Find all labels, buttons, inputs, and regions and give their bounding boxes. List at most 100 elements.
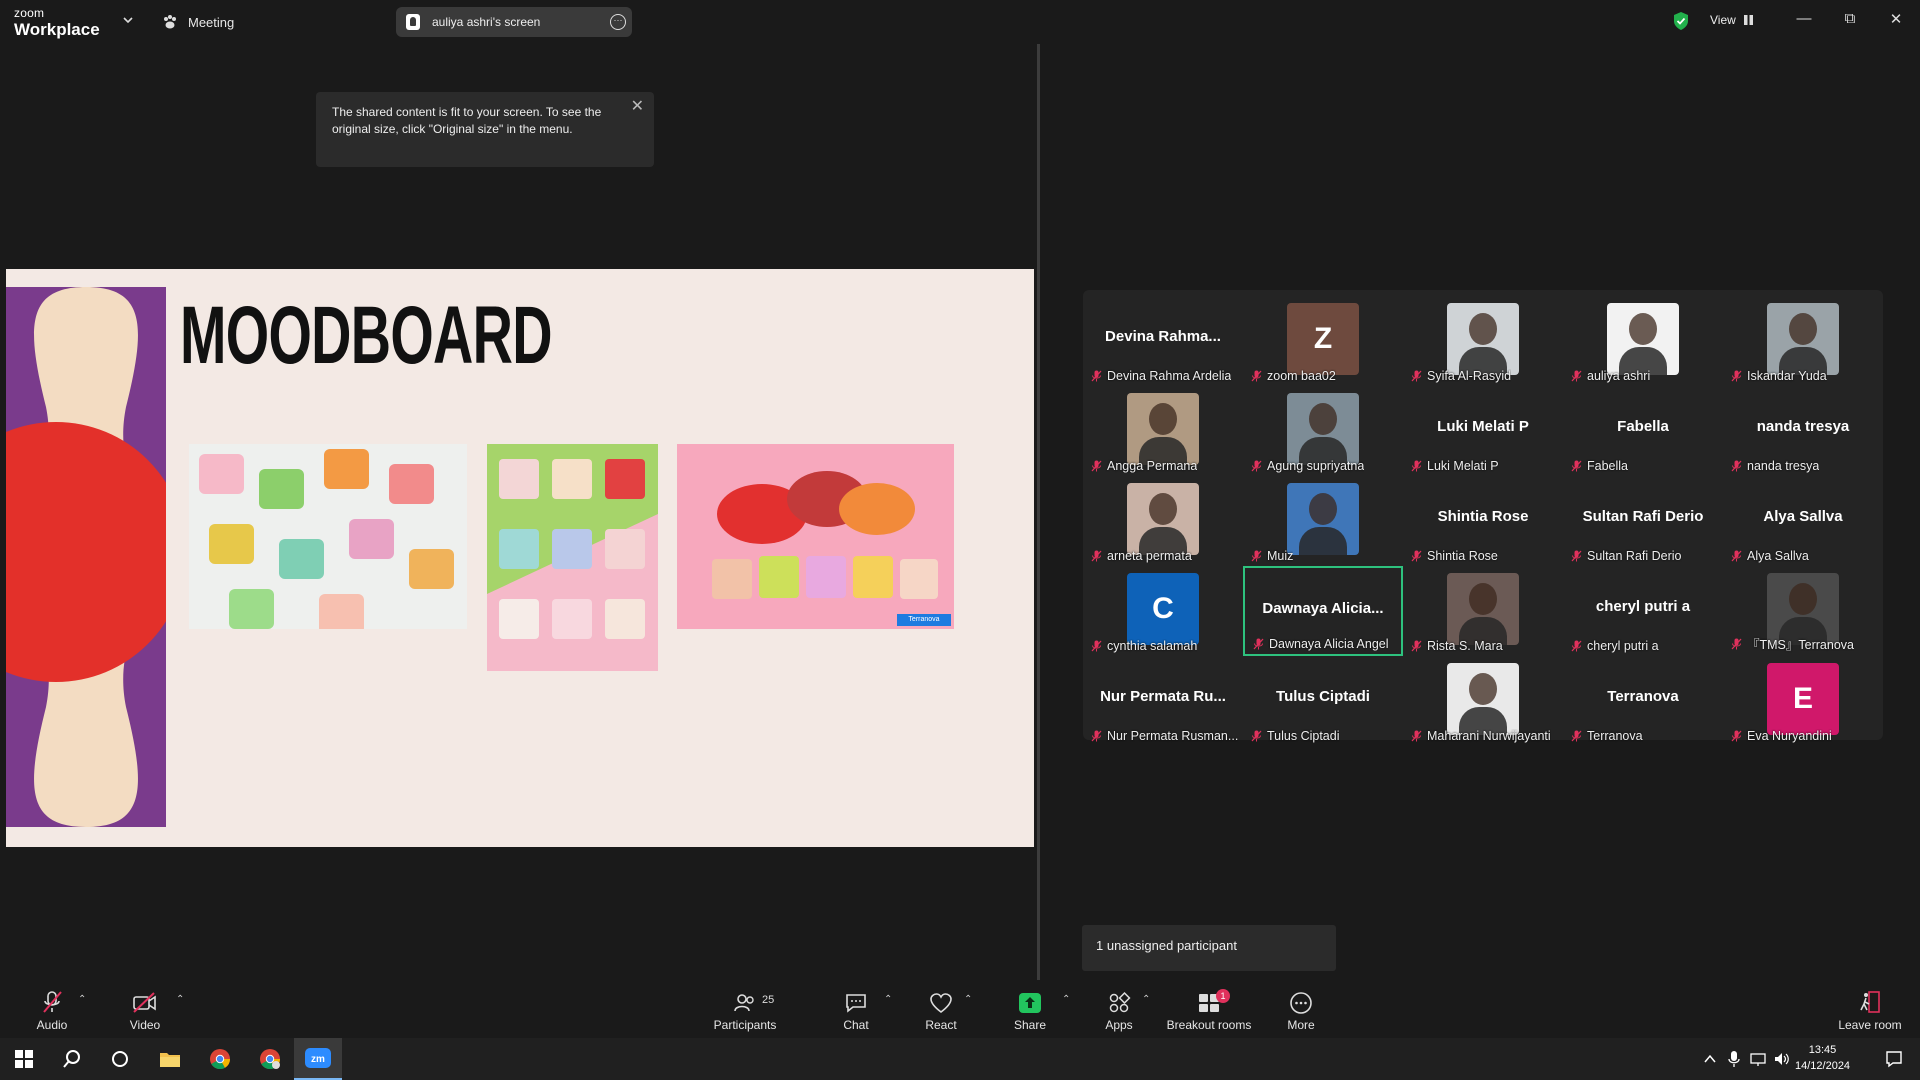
participant-name: Maharani Nurwijayanti	[1427, 729, 1551, 743]
participant-name-label: Nur Permata Rusman...	[1091, 729, 1238, 743]
more-button[interactable]: More	[1284, 980, 1318, 1038]
participant-tile[interactable]: auliya ashri	[1563, 296, 1723, 386]
participant-tile[interactable]: Dawnaya Alicia... Dawnaya Alicia Angel	[1243, 566, 1403, 656]
network-icon[interactable]	[1746, 1038, 1770, 1080]
participant-tile[interactable]: Devina Rahma... Devina Rahma Ardelia	[1083, 296, 1243, 386]
react-button[interactable]: React	[922, 980, 960, 1038]
audio-button[interactable]: Audio	[34, 980, 70, 1038]
participant-tile[interactable]: Angga Permana	[1083, 386, 1243, 476]
close-icon[interactable]: ✕	[1884, 10, 1908, 28]
muted-mic-icon	[1571, 640, 1582, 652]
participant-tile[interactable]: Rista S. Mara	[1403, 566, 1563, 656]
split-divider[interactable]	[1037, 44, 1040, 980]
apps-options-icon[interactable]: ⌃	[1142, 994, 1150, 1005]
participant-tile[interactable]: cheryl putri a cheryl putri a	[1563, 566, 1723, 656]
share-options-icon[interactable]: ⌃	[1062, 994, 1070, 1005]
muted-mic-icon	[1731, 550, 1742, 562]
participant-name: Eva Nuryandini	[1747, 729, 1832, 743]
slide-title: MOODBOARD	[180, 290, 552, 381]
share-button[interactable]: Share	[1012, 980, 1048, 1038]
participant-tile[interactable]: 『TMS』Terranova	[1723, 566, 1883, 656]
participant-tile[interactable]: Muiz	[1243, 476, 1403, 566]
unassigned-participants-notice[interactable]: 1 unassigned participant	[1082, 925, 1336, 971]
participant-tile[interactable]: Shintia Rose Shintia Rose	[1403, 476, 1563, 566]
breakout-rooms-button[interactable]: Breakout rooms	[1164, 980, 1254, 1038]
participant-name-label: Fabella	[1571, 459, 1628, 473]
participant-tile[interactable]: Syifa Al-Rasyid	[1403, 296, 1563, 386]
chat-options-icon[interactable]: ⌃	[884, 994, 892, 1005]
participant-tile[interactable]: Sultan Rafi Derio Sultan Rafi Derio	[1563, 476, 1723, 566]
moodboard-photo-gummies	[677, 444, 954, 629]
security-shield-icon[interactable]	[1672, 11, 1690, 31]
view-button[interactable]: View	[1710, 13, 1753, 27]
cortana-icon[interactable]	[96, 1038, 144, 1080]
participant-tile[interactable]: Agung supriyatna	[1243, 386, 1403, 476]
participant-tile[interactable]: Alya Sallva Alya Sallva	[1723, 476, 1883, 566]
view-grid-icon	[1743, 15, 1753, 25]
leave-room-button[interactable]: Leave room	[1836, 980, 1904, 1038]
participant-tile[interactable]: Luki Melati P Luki Melati P	[1403, 386, 1563, 476]
participant-video-thumbnail	[1127, 483, 1199, 555]
participant-initial-avatar: E	[1767, 663, 1839, 735]
participant-tile[interactable]: Maharani Nurwijayanti	[1403, 656, 1563, 746]
search-icon[interactable]	[48, 1038, 96, 1080]
participant-name: Alya Sallva	[1747, 549, 1809, 563]
participant-name-label: Sultan Rafi Derio	[1571, 549, 1682, 563]
participant-name: zoom baa02	[1267, 369, 1336, 383]
chrome-icon[interactable]	[196, 1038, 244, 1080]
participant-tile[interactable]: Tulus Ciptadi Tulus Ciptadi	[1243, 656, 1403, 746]
tray-mic-icon[interactable]	[1722, 1038, 1746, 1080]
participant-initial-avatar: C	[1127, 573, 1199, 645]
tray-chevron-icon[interactable]	[1698, 1038, 1722, 1080]
shared-screen-indicator[interactable]: auliya ashri's screen ···	[396, 7, 632, 37]
apps-button[interactable]: Apps	[1104, 980, 1134, 1038]
participant-tile[interactable]: Terranova Terranova	[1563, 656, 1723, 746]
breakout-rooms-label: Breakout rooms	[1166, 1018, 1252, 1032]
audio-options-icon[interactable]: ⌃	[78, 994, 86, 1005]
participant-video-thumbnail	[1607, 303, 1679, 375]
meeting-info-button[interactable]: Meeting	[162, 12, 234, 32]
chevron-down-icon[interactable]	[122, 14, 134, 26]
muted-mic-icon	[1731, 460, 1742, 472]
participant-name: Shintia Rose	[1427, 549, 1498, 563]
video-options-icon[interactable]: ⌃	[176, 994, 184, 1005]
minimize-icon[interactable]: —	[1792, 10, 1816, 27]
participants-button[interactable]: Participants	[710, 980, 780, 1038]
participant-tile[interactable]: Fabella Fabella	[1563, 386, 1723, 476]
participant-initial-avatar: Z	[1287, 303, 1359, 375]
participant-display-name: Nur Permata Ru...	[1100, 688, 1226, 705]
restore-icon[interactable]: ⧉	[1838, 10, 1862, 27]
windows-start-icon[interactable]	[0, 1038, 48, 1080]
participant-display-name: Shintia Rose	[1437, 508, 1529, 525]
tooltip-close-icon[interactable]: ✕	[631, 98, 644, 115]
participant-tile[interactable]: nanda tresya nanda tresya	[1723, 386, 1883, 476]
chrome-profile-icon[interactable]	[246, 1038, 294, 1080]
participant-tile[interactable]: Zzoom baa02	[1243, 296, 1403, 386]
more-label: More	[1287, 1018, 1315, 1032]
react-options-icon[interactable]: ⌃	[964, 994, 972, 1005]
notification-center-icon[interactable]	[1870, 1038, 1918, 1080]
participant-tile[interactable]: Nur Permata Ru... Nur Permata Rusman...	[1083, 656, 1243, 746]
participant-name-label: 『TMS』Terranova	[1731, 634, 1854, 653]
participant-tile[interactable]: arneta permata	[1083, 476, 1243, 566]
taskbar-clock[interactable]: 13:45 14/12/2024	[1795, 1042, 1850, 1074]
zoom-taskbar-icon[interactable]: zm	[294, 1038, 342, 1080]
muted-mic-icon	[1411, 730, 1422, 742]
volume-icon[interactable]	[1770, 1038, 1794, 1080]
unassigned-text: 1 unassigned participant	[1096, 938, 1237, 953]
slide-tag: Terranova	[897, 614, 951, 626]
participant-tile[interactable]: Ccynthia salamah	[1083, 566, 1243, 656]
file-explorer-icon[interactable]	[146, 1038, 194, 1080]
screen-options-icon[interactable]: ···	[610, 14, 626, 30]
participant-name-label: Alya Sallva	[1731, 549, 1809, 563]
participant-tile[interactable]: E Eva Nuryandini	[1723, 656, 1883, 746]
participant-video-thumbnail	[1447, 663, 1519, 735]
muted-mic-icon	[1731, 370, 1742, 382]
video-button[interactable]: Video	[128, 980, 162, 1038]
share-screen-icon	[1019, 993, 1041, 1013]
participant-tile[interactable]: Iskandar Yuda	[1723, 296, 1883, 386]
meeting-label: Meeting	[188, 14, 235, 30]
chat-button[interactable]: Chat	[838, 980, 874, 1038]
participant-name: Devina Rahma Ardelia	[1107, 369, 1232, 383]
participant-name-label: Rista S. Mara	[1411, 639, 1503, 653]
